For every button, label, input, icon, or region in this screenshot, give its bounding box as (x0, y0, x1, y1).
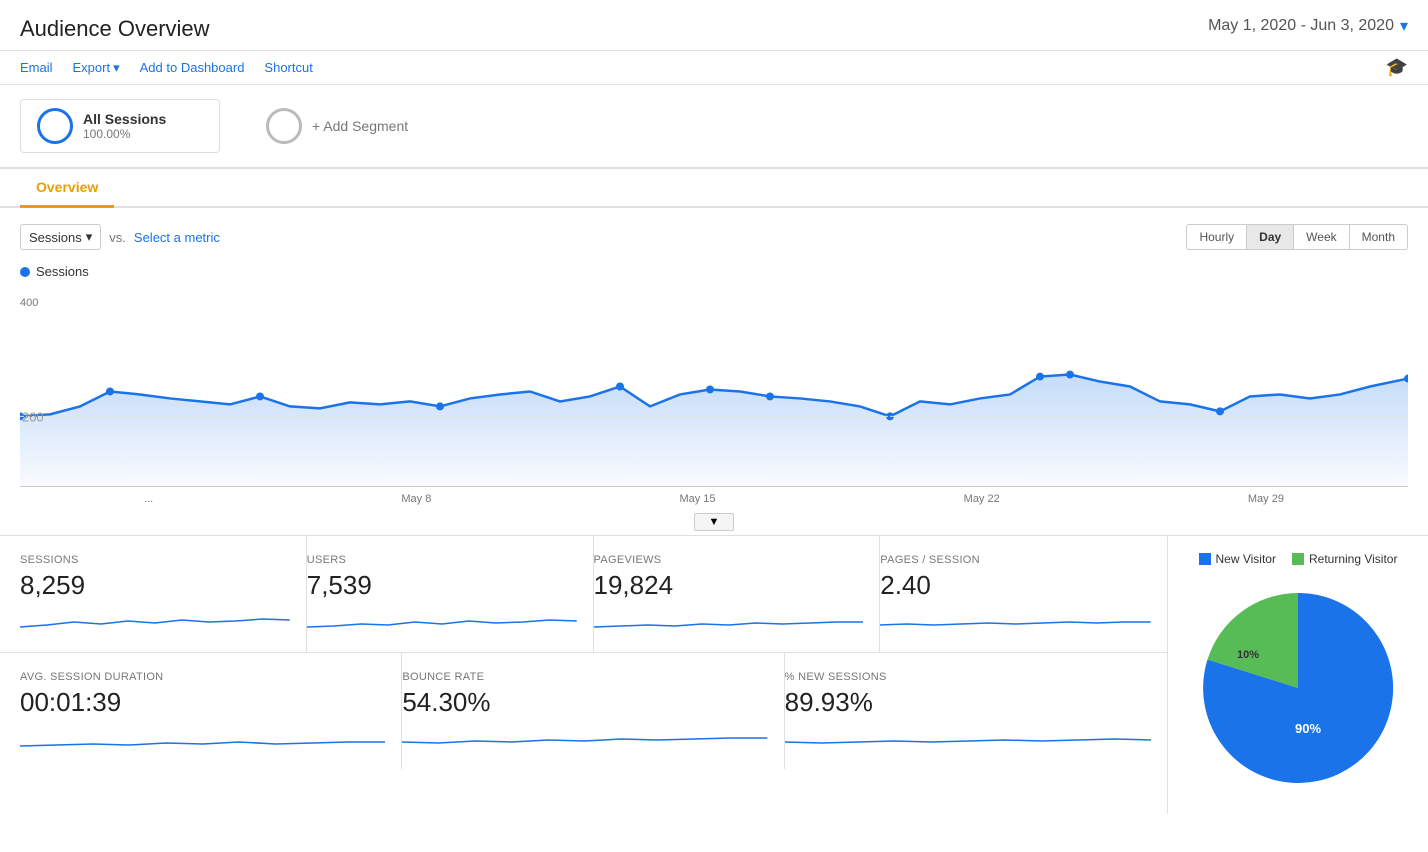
new-visitor-legend: New Visitor (1199, 552, 1276, 566)
pages-session-label: Pages / Session (880, 554, 1151, 566)
returning-visitor-legend-box (1292, 553, 1304, 565)
tab-overview[interactable]: Overview (20, 169, 114, 208)
date-range[interactable]: May 1, 2020 - Jun 3, 2020 ▾ (1208, 16, 1408, 36)
sessions-mini-chart (20, 607, 290, 637)
segment-name: All Sessions (83, 111, 166, 127)
pie-legend: New Visitor Returning Visitor (1199, 552, 1398, 566)
segment-bar: All Sessions 100.00% + Add Segment (0, 85, 1428, 169)
tabs-bar: Overview (0, 169, 1428, 208)
avg-session-label: Avg. Session Duration (20, 671, 385, 683)
export-dropdown-icon[interactable]: ▾ (113, 60, 120, 76)
all-sessions-segment[interactable]: All Sessions 100.00% (20, 99, 220, 153)
date-range-dropdown-icon[interactable]: ▾ (1400, 16, 1408, 36)
y-axis-label-400: 400 (20, 297, 38, 309)
svg-text:200: 200 (22, 409, 44, 424)
x-label-0: ... (144, 493, 153, 505)
select-metric-link[interactable]: Select a metric (134, 230, 220, 245)
users-mini-chart (307, 607, 577, 637)
pageviews-value: 19,824 (594, 570, 864, 601)
toolbar: Email Export ▾ Add to Dashboard Shortcut… (0, 51, 1428, 85)
users-value: 7,539 (307, 570, 577, 601)
returning-visitor-legend: Returning Visitor (1292, 552, 1398, 566)
x-label-4: May 29 (1248, 493, 1284, 505)
metric-cell-pageviews: Pageviews 19,824 (594, 536, 881, 652)
pageviews-mini-chart (594, 607, 864, 637)
sessions-legend-label: Sessions (36, 264, 89, 279)
chart-wrapper: 400 (20, 287, 1408, 487)
header-bar: Audience Overview May 1, 2020 - Jun 3, 2… (0, 0, 1428, 51)
add-segment-button[interactable]: + Add Segment (250, 100, 424, 152)
metric-cell-bounce-rate: Bounce Rate 54.30% (402, 653, 784, 769)
metric-dropdown-arrow-icon: ▾ (86, 229, 93, 245)
svg-text:90%: 90% (1295, 721, 1321, 736)
chart-legend: Sessions (20, 264, 1408, 279)
metric-cell-users: Users 7,539 (307, 536, 594, 652)
sessions-chart: 200 (20, 287, 1408, 486)
chart-section: Sessions ▾ vs. Select a metric Hourly Da… (0, 208, 1428, 535)
metrics-row-2: Avg. Session Duration 00:01:39 Bounce Ra… (0, 652, 1167, 769)
pie-chart-svg: 90% 10% (1188, 578, 1408, 798)
page-title: Audience Overview (20, 16, 210, 42)
add-segment-circle-icon (266, 108, 302, 144)
scroll-button[interactable]: ▼ (694, 513, 735, 531)
metrics-row-1: Sessions 8,259 Users 7,539 Pageviews 19,… (0, 536, 1167, 652)
metric-selector: Sessions ▾ vs. Select a metric (20, 224, 220, 250)
pie-section: New Visitor Returning Visitor 90% 10% (1167, 536, 1428, 814)
x-label-3: May 22 (964, 493, 1000, 505)
metric-cell-new-sessions: % New Sessions 89.93% (785, 653, 1167, 769)
pageviews-label: Pageviews (594, 554, 864, 566)
chart-controls: Sessions ▾ vs. Select a metric Hourly Da… (20, 224, 1408, 250)
time-buttons: Hourly Day Week Month (1186, 224, 1408, 250)
vs-label: vs. (109, 230, 126, 245)
x-label-2: May 15 (679, 493, 715, 505)
metric-cell-sessions: Sessions 8,259 (20, 536, 307, 652)
metric-dropdown-label: Sessions (29, 230, 82, 245)
email-link[interactable]: Email (20, 60, 53, 75)
avg-session-mini-chart (20, 724, 385, 754)
metric-cell-pages-session: Pages / Session 2.40 (880, 536, 1167, 652)
x-label-1: May 8 (401, 493, 431, 505)
metric-dropdown[interactable]: Sessions ▾ (20, 224, 101, 250)
metrics-left: Sessions 8,259 Users 7,539 Pageviews 19,… (0, 536, 1167, 814)
new-visitor-legend-box (1199, 553, 1211, 565)
returning-visitor-legend-label: Returning Visitor (1309, 552, 1398, 566)
segment-pct: 100.00% (83, 127, 166, 141)
time-btn-hourly[interactable]: Hourly (1186, 224, 1246, 250)
sessions-label: Sessions (20, 554, 290, 566)
pages-session-value: 2.40 (880, 570, 1151, 601)
new-visitor-legend-label: New Visitor (1216, 552, 1276, 566)
export-label: Export (73, 60, 111, 75)
sessions-legend-dot (20, 267, 30, 277)
bounce-rate-label: Bounce Rate (402, 671, 767, 683)
avg-session-value: 00:01:39 (20, 687, 385, 718)
time-btn-week[interactable]: Week (1293, 224, 1348, 250)
new-sessions-label: % New Sessions (785, 671, 1151, 683)
time-btn-day[interactable]: Day (1246, 224, 1293, 250)
metric-cell-avg-session: Avg. Session Duration 00:01:39 (20, 653, 402, 769)
bottom-section: Sessions 8,259 Users 7,539 Pageviews 19,… (0, 535, 1428, 814)
segment-circle-icon (37, 108, 73, 144)
bounce-rate-mini-chart (402, 724, 767, 754)
x-axis: ... May 8 May 15 May 22 May 29 (20, 487, 1408, 509)
new-sessions-value: 89.93% (785, 687, 1151, 718)
time-btn-month[interactable]: Month (1349, 224, 1408, 250)
pages-session-mini-chart (880, 607, 1151, 637)
new-sessions-mini-chart (785, 724, 1151, 754)
bounce-rate-value: 54.30% (402, 687, 767, 718)
sessions-value: 8,259 (20, 570, 290, 601)
date-range-text: May 1, 2020 - Jun 3, 2020 (1208, 17, 1394, 35)
shortcut-link[interactable]: Shortcut (264, 60, 312, 75)
svg-text:10%: 10% (1237, 649, 1259, 661)
users-label: Users (307, 554, 577, 566)
scroll-indicator: ▼ (20, 509, 1408, 535)
segment-info: All Sessions 100.00% (83, 111, 166, 141)
add-to-dashboard-link[interactable]: Add to Dashboard (140, 60, 245, 75)
add-segment-label: + Add Segment (312, 118, 408, 134)
export-link[interactable]: Export ▾ (73, 60, 120, 76)
help-cap-icon[interactable]: 🎓 (1386, 57, 1408, 78)
